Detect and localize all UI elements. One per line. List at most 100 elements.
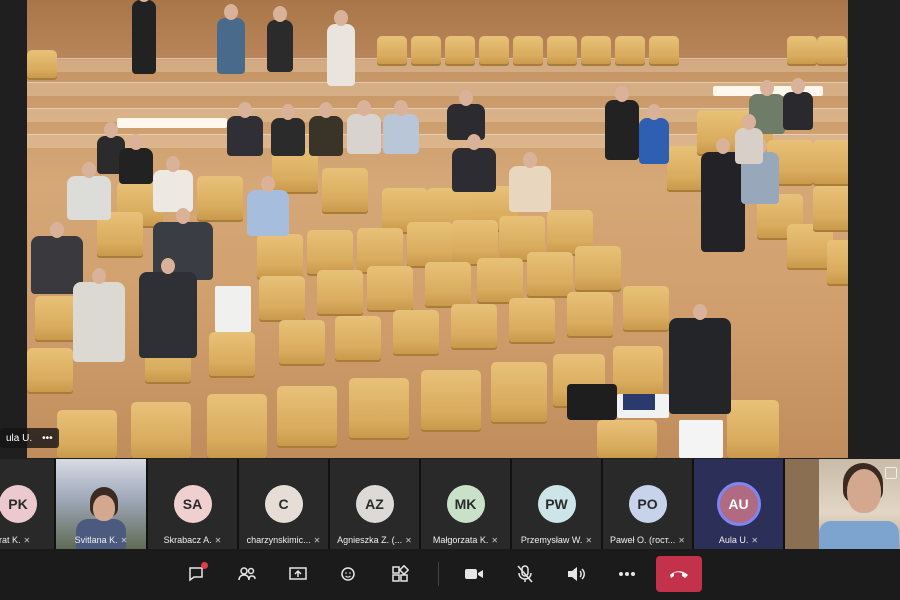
participant-tile[interactable]: PW Przemysław W. ✕ (512, 459, 601, 549)
mic-off-icon: ✕ (405, 536, 412, 545)
seat (57, 410, 117, 458)
attendee (639, 104, 669, 164)
attendee (452, 134, 496, 192)
seat (817, 36, 847, 64)
share-icon[interactable] (282, 558, 314, 590)
participant-name: Przemysław W. (520, 535, 583, 545)
attendee (132, 0, 156, 74)
attendee (605, 86, 639, 160)
apps-icon[interactable] (384, 558, 416, 590)
seat (279, 320, 325, 364)
participant-avatar: C (264, 485, 303, 523)
more-options-icon[interactable]: ••• (42, 433, 53, 444)
seat (513, 36, 543, 64)
self-view-tile[interactable] (785, 459, 900, 549)
seat (813, 186, 848, 230)
seat (209, 332, 255, 376)
mic-off-icon[interactable] (509, 558, 541, 590)
attendee (153, 156, 193, 212)
speaker-person (669, 304, 731, 414)
seat (277, 386, 337, 446)
camera-icon[interactable] (458, 558, 490, 590)
seat (623, 286, 669, 330)
more-icon[interactable] (611, 558, 643, 590)
seat (575, 246, 621, 290)
seat (322, 168, 368, 212)
seat (547, 36, 577, 64)
participant-tile[interactable]: PK orat K.✕ (0, 459, 54, 549)
attendee (271, 104, 305, 156)
seat (377, 36, 407, 64)
door (785, 459, 819, 549)
seat (411, 36, 441, 64)
notification-dot (201, 562, 208, 569)
attendee (509, 152, 551, 212)
participant-tile-active[interactable]: AU Aula U. ✕ (694, 459, 783, 549)
seat (27, 50, 57, 78)
participant-tile[interactable]: C charzynskimic... ✕ (239, 459, 328, 549)
seat (451, 304, 497, 348)
mic-off-icon: ✕ (120, 536, 128, 545)
seat (407, 222, 453, 266)
participant-name: charzynskimic... (246, 535, 311, 545)
attendee (227, 102, 263, 156)
attendee (119, 134, 153, 184)
participant-tile[interactable]: PO Paweł O. (гост... ✕ (603, 459, 692, 549)
seat (477, 258, 523, 302)
participant-tile[interactable]: SA Skrabacz A. ✕ (148, 459, 237, 549)
seat (727, 400, 779, 458)
meeting-stage: ula U. ••• (0, 0, 900, 458)
seat (317, 270, 363, 314)
participant-tile[interactable]: MK Małgorzata K. ✕ (421, 459, 510, 549)
seat (421, 370, 481, 430)
leave-call-button[interactable] (656, 556, 702, 592)
attendee (701, 138, 745, 252)
mic-off-icon: ✕ (214, 536, 222, 545)
seat (597, 420, 657, 458)
main-video-name: ula U. (6, 432, 33, 444)
participant-tile-video[interactable]: Svitlana K. ✕ (56, 459, 146, 549)
participant-shirt (819, 521, 899, 549)
participant-name: Małgorzata K. (432, 535, 489, 545)
main-video-label[interactable]: ula U. ••• (0, 428, 59, 448)
seat (27, 348, 73, 392)
seat (615, 36, 645, 64)
seat (581, 36, 611, 64)
seat (491, 362, 547, 422)
participant-avatar: MK (446, 485, 485, 523)
seat (827, 240, 848, 284)
mic-off-icon: ✕ (678, 536, 685, 545)
attendee (73, 268, 125, 362)
speaker-icon[interactable] (560, 558, 592, 590)
attendee (67, 162, 111, 220)
participant-avatar: PO (628, 485, 667, 523)
seat (259, 276, 305, 320)
seat (445, 36, 475, 64)
participant-avatar: PW (537, 485, 576, 523)
attendee (783, 78, 813, 130)
mic-off-icon: ✕ (751, 536, 759, 545)
attendee (383, 100, 419, 154)
seat (527, 252, 573, 296)
tablet (623, 394, 655, 410)
seat (307, 230, 353, 274)
expand-icon[interactable] (885, 467, 897, 479)
attendee (247, 176, 289, 236)
hangup-icon (670, 571, 688, 578)
participant-face (93, 495, 115, 521)
chat-icon[interactable] (180, 558, 212, 590)
participant-name: Svitlana K. (74, 535, 118, 545)
bag (567, 384, 617, 420)
participant-name: orat K. (0, 535, 21, 545)
participant-strip: PK orat K.✕ Svitlana K.✕ SA Skrabacz A.✕… (0, 459, 900, 549)
main-video-feed (27, 0, 848, 458)
attendee (327, 10, 355, 86)
mic-off-icon: ✕ (23, 536, 31, 545)
seat (393, 310, 439, 354)
react-icon[interactable] (333, 558, 365, 590)
paper-bag (215, 286, 251, 332)
people-icon[interactable] (231, 558, 263, 590)
participant-tile[interactable]: AZ Agnieszka Z. (... ✕ (330, 459, 419, 549)
paper-bag (679, 420, 723, 458)
attendee (139, 258, 197, 358)
